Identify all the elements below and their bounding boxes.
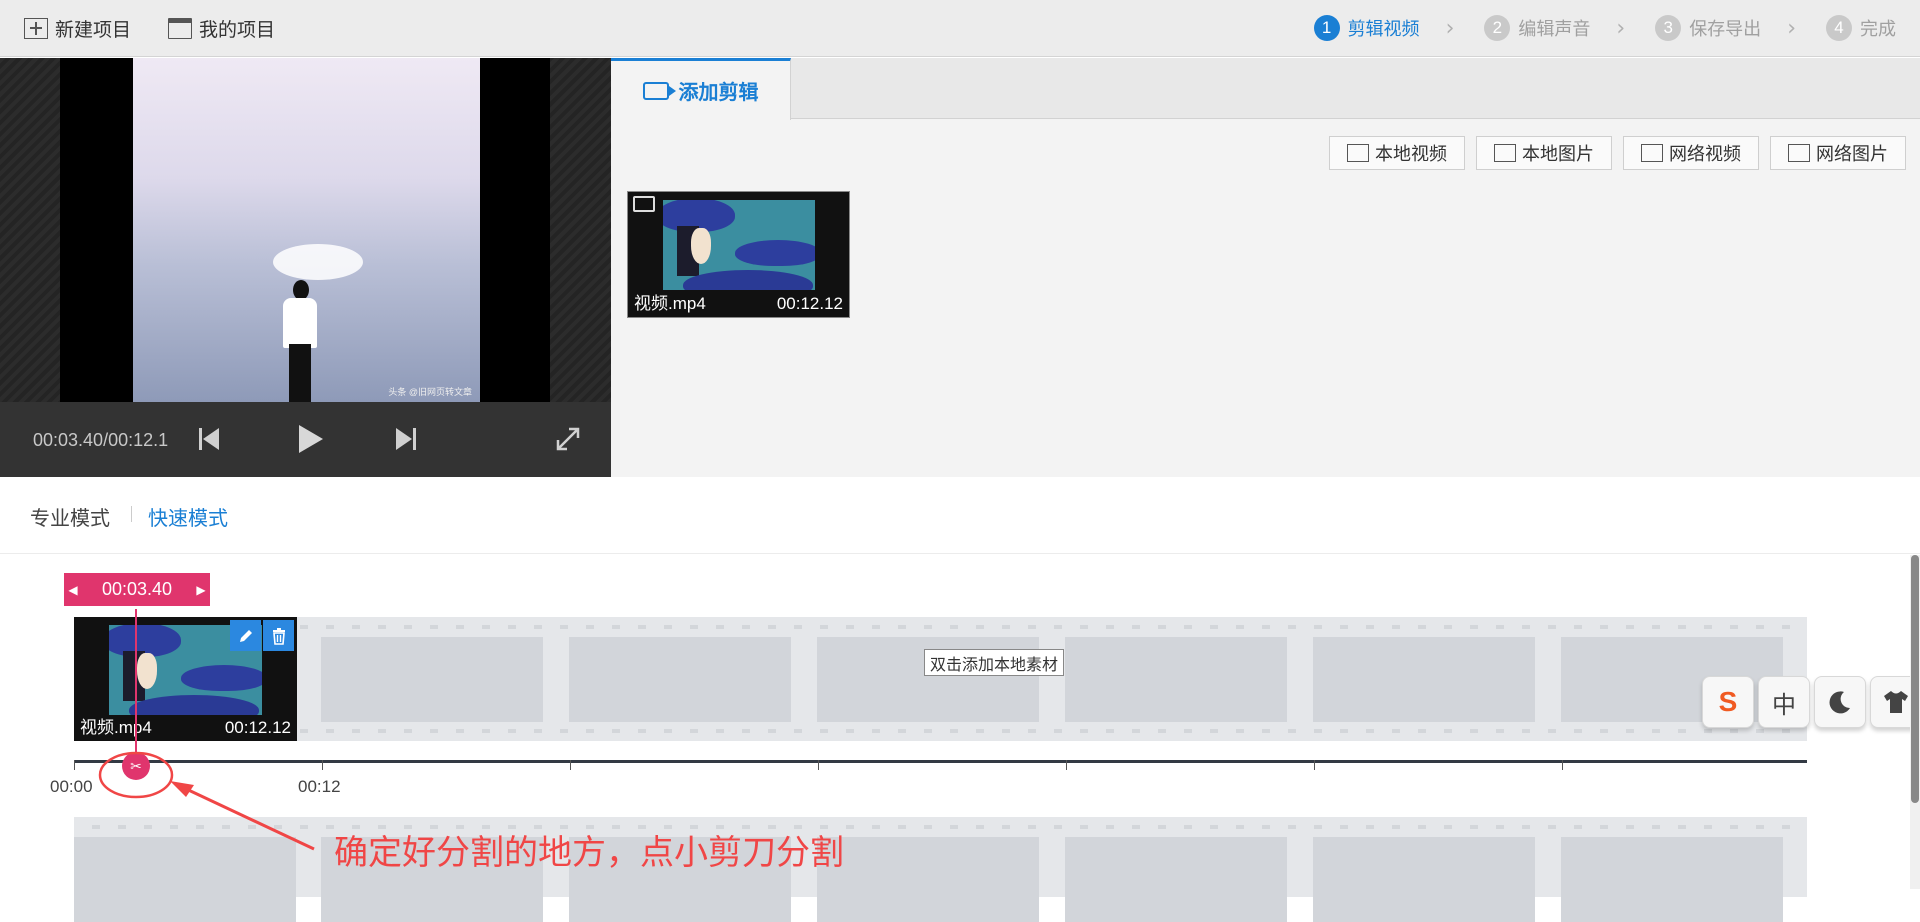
clip-duration: 00:12.12 [776,294,843,313]
ruler-tick [1562,760,1563,770]
add-material-hint: 双击添加本地素材 [924,649,1065,676]
playhead-time: 00:03.40 [101,579,173,599]
sogou-letter: S [1718,686,1738,717]
ruler-tick [1314,760,1315,770]
video-file-icon [1347,144,1369,162]
playhead-time-flag[interactable]: ◀ 00:03.40 ▶ [64,573,210,606]
local-image-button[interactable]: 本地图片 [1476,136,1612,170]
annotation-overlay [98,751,315,851]
chevron-right-icon: › [1787,15,1796,41]
trash-icon [272,627,285,645]
player-controls: 00:03.40/00:12.1 [0,402,611,477]
sogou-logo-icon[interactable]: S [1702,676,1754,728]
tab-label: 添加剪辑 [678,82,759,104]
folder-icon [168,17,192,39]
step-label: 完成 [1860,19,1896,39]
step-number: 1 [1313,15,1340,41]
clip-actions [228,620,294,651]
step-label: 保存导出 [1689,19,1762,39]
top-toolbar: 新建项目 我的项目 1 剪辑视频 › 2 编辑声音 › 3 保存导出 › 4 完… [0,0,1920,57]
download-video-icon [1641,144,1663,162]
download-image-icon [1788,144,1810,162]
timeline-ruler [74,760,1807,763]
step-number: 4 [1826,15,1852,41]
timeline: 视频.mp4 00:12.12 双击添加本地素材 00:00 00:12 ◀ 0… [0,555,1920,922]
empty-slot[interactable] [1313,637,1535,722]
online-image-button[interactable]: 网络图片 [1770,136,1906,170]
step-edit-video[interactable]: 1 剪辑视频 [1313,15,1420,41]
empty-slot[interactable] [1561,837,1783,922]
new-project-button[interactable]: 新建项目 [24,14,131,42]
ruler-tick [74,760,75,770]
timeline-scrollbar[interactable] [1910,555,1920,889]
empty-slot[interactable] [1313,837,1535,922]
caret-left-icon[interactable]: ◀ [64,573,82,606]
step-label: 编辑声音 [1518,19,1591,39]
annotation-text: 确定好分割的地方，点小剪刀分割 [334,834,844,872]
tick-label: 00:00 [50,777,93,796]
scrollbar-thumb[interactable] [1911,555,1919,803]
chinese-input-toggle[interactable]: 中 [1758,676,1810,728]
my-projects-button[interactable]: 我的项目 [168,14,275,42]
pro-mode-tab[interactable]: 专业模式 [30,502,110,531]
video-frame[interactable]: 头条 @旧网页转文章 [133,58,480,402]
online-video-button[interactable]: 网络视频 [1623,136,1759,170]
timeline-clip[interactable]: 视频.mp4 00:12.12 [74,617,297,741]
button-label: 本地图片 [1522,144,1594,164]
chevron-right-icon: › [1445,15,1455,41]
moon-icon[interactable] [1814,676,1866,728]
empty-slot[interactable] [321,637,543,722]
step-indicator: 1 剪辑视频 › 2 编辑声音 › 3 保存导出 › 4 完成 [1313,14,1896,42]
video-camera-icon [642,81,676,100]
video-track[interactable] [74,617,1807,741]
caret-right-icon[interactable]: ▶ [192,573,210,606]
step-label: 剪辑视频 [1347,19,1420,39]
empty-slot[interactable] [1065,637,1287,722]
tab-add-clip[interactable]: 添加剪辑 [611,58,791,120]
step-finish[interactable]: 4 完成 [1826,15,1896,41]
ime-mode-label: 中 [1772,691,1796,719]
video-watermark: 头条 @旧网页转文章 [388,387,472,397]
fullscreen-icon[interactable] [553,424,583,454]
step-edit-audio[interactable]: 2 编辑声音 [1484,15,1590,41]
empty-slot[interactable] [817,837,1039,922]
step-number: 2 [1484,15,1511,41]
quick-mode-tab[interactable]: 快速模式 [148,502,228,531]
ime-toolbar: S 中 [1702,676,1920,728]
step-number: 3 [1655,15,1682,41]
button-label: 本地视频 [1375,144,1447,164]
skip-forward-icon[interactable] [391,424,421,454]
empty-slot[interactable] [1065,837,1287,922]
player-stage: 头条 @旧网页转文章 [0,58,611,402]
image-file-icon [1494,144,1516,162]
chevron-right-icon: › [1616,15,1626,41]
play-icon[interactable] [292,422,326,456]
button-label: 网络图片 [1816,144,1888,164]
media-panel: 添加剪辑 本地视频 本地图片 网络视频 网络图片 视频.mp4 00:12.12 [611,58,1920,477]
skip-back-icon[interactable] [194,424,224,454]
local-video-button[interactable]: 本地视频 [1329,136,1465,170]
plus-icon [24,17,48,39]
ruler-tick [818,760,819,770]
clip-name: 视频.mp4 [634,294,706,313]
empty-slot[interactable] [569,637,791,722]
pencil-icon [239,629,252,642]
media-clip-card[interactable]: 视频.mp4 00:12.12 [627,191,850,318]
panel-tabs: 添加剪辑 [611,58,1920,120]
new-project-label: 新建项目 [55,19,132,41]
step-save-export[interactable]: 3 保存导出 [1655,15,1761,41]
my-projects-label: 我的项目 [199,19,276,41]
mode-bar: 专业模式 快速模式 [0,478,1920,554]
delete-clip-button[interactable] [263,620,294,651]
ruler-tick [570,760,571,770]
ruler-tick [1066,760,1067,770]
playback-time: 00:03.40/00:12.1 [33,430,169,450]
edit-clip-button[interactable] [230,620,261,651]
clip-thumbnail [663,200,815,290]
button-label: 网络视频 [1669,144,1741,164]
video-camera-icon [633,196,655,212]
umbrella-shape [273,244,363,280]
video-player: 头条 @旧网页转文章 00:03.40/00:12.1 [0,58,611,477]
mode-divider [131,506,132,522]
